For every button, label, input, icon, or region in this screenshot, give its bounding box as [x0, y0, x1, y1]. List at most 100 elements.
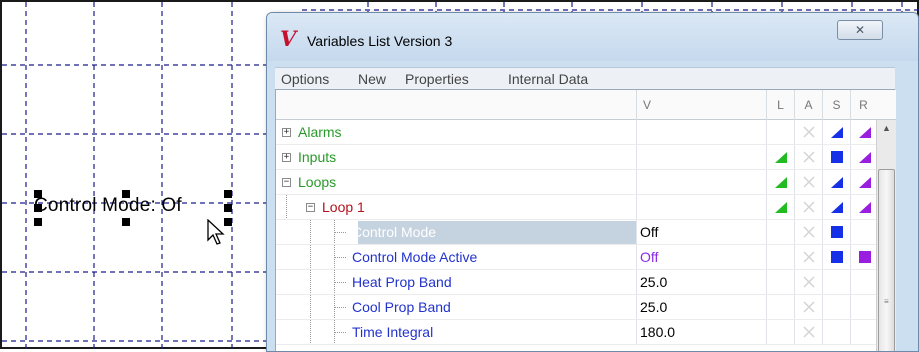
r-flag-cell[interactable] — [850, 270, 878, 295]
a-column-header[interactable]: A — [794, 90, 822, 120]
app-logo-icon: V — [280, 26, 297, 51]
l-flag-cell[interactable] — [766, 245, 794, 270]
l-flag-cell[interactable] — [766, 270, 794, 295]
blue-square-icon — [831, 251, 843, 263]
selection-handle[interactable] — [122, 190, 130, 198]
r-column-header[interactable]: R — [850, 90, 876, 120]
tree-row[interactable]: + Alarms — [276, 120, 876, 145]
s-flag-cell[interactable] — [822, 195, 850, 220]
vertical-scrollbar[interactable]: ▲ ≡ — [876, 120, 896, 351]
s-flag-cell[interactable] — [822, 120, 850, 145]
selection-handle[interactable] — [34, 204, 42, 212]
r-flag-cell[interactable] — [850, 170, 878, 195]
variable-name[interactable]: Cool Prop Band — [352, 295, 451, 320]
variable-name[interactable]: Time Integral — [352, 320, 433, 345]
variable-value[interactable] — [636, 195, 766, 220]
mouse-pointer-icon — [207, 219, 225, 245]
variable-value[interactable] — [636, 120, 766, 145]
menu-properties[interactable]: Properties — [405, 71, 469, 87]
selection-handle[interactable] — [122, 218, 130, 226]
name-column-header[interactable] — [276, 90, 636, 120]
l-flag-cell[interactable] — [766, 170, 794, 195]
s-flag-cell[interactable] — [822, 320, 850, 345]
selection-handle[interactable] — [34, 218, 42, 226]
control-mode-text-object[interactable]: Control Mode: Of — [34, 195, 182, 217]
r-flag-cell[interactable] — [850, 220, 878, 245]
variable-name[interactable]: Alarms — [298, 120, 342, 145]
variable-value[interactable] — [636, 145, 766, 170]
menu-new[interactable]: New — [358, 71, 386, 87]
a-flag-cell[interactable] — [794, 270, 822, 295]
r-flag-cell[interactable] — [850, 320, 878, 345]
s-flag-cell[interactable] — [822, 245, 850, 270]
disabled-x-icon — [803, 201, 815, 213]
expand-icon[interactable]: + — [282, 153, 291, 162]
tree-row[interactable]: + Inputs — [276, 145, 876, 170]
tree-row[interactable]: Cool Prop Band 25.0 — [276, 295, 876, 320]
variable-value[interactable] — [636, 170, 766, 195]
l-flag-cell[interactable] — [766, 195, 794, 220]
variable-name[interactable]: Loops — [298, 170, 336, 195]
selection-handle[interactable] — [224, 204, 232, 212]
tree-row[interactable]: − Loops — [276, 170, 876, 195]
variables-tree-table[interactable]: V L A S R + Alarms + Inputs − Loops − Loop 1 Con… — [275, 89, 896, 351]
a-flag-cell[interactable] — [794, 220, 822, 245]
tree-connector — [334, 332, 346, 333]
value-column-header[interactable]: V — [636, 90, 766, 120]
menu-internal-data[interactable]: Internal Data — [508, 71, 588, 87]
s-flag-cell[interactable] — [822, 145, 850, 170]
l-flag-cell[interactable] — [766, 320, 794, 345]
expand-icon[interactable]: + — [282, 128, 291, 137]
tree-row[interactable]: Control Mode Off — [276, 220, 876, 245]
disabled-x-icon — [803, 301, 815, 313]
variable-value[interactable]: Off — [636, 220, 766, 245]
r-flag-cell[interactable] — [850, 145, 878, 170]
s-flag-cell[interactable] — [822, 295, 850, 320]
menu-options[interactable]: Options — [281, 71, 329, 87]
selection-handle[interactable] — [34, 190, 42, 198]
variable-name[interactable]: Control Mode Active — [352, 245, 477, 270]
r-flag-cell[interactable] — [850, 195, 878, 220]
a-flag-cell[interactable] — [794, 145, 822, 170]
window-titlebar[interactable]: V Variables List Version 3 ✕ — [267, 13, 918, 61]
tree-row[interactable]: Time Integral 180.0 — [276, 320, 876, 345]
purple-triangle-icon — [859, 152, 871, 163]
collapse-icon[interactable]: − — [306, 203, 315, 212]
r-flag-cell[interactable] — [850, 295, 878, 320]
variable-value[interactable]: 25.0 — [636, 270, 766, 295]
disabled-x-icon — [803, 326, 815, 338]
variables-list-window[interactable]: V Variables List Version 3 ✕ Options New… — [266, 12, 919, 352]
scroll-up-icon[interactable]: ▲ — [877, 120, 896, 138]
tree-row[interactable]: Heat Prop Band 25.0 — [276, 270, 876, 295]
tree-row[interactable]: − Loop 1 — [276, 195, 876, 220]
a-flag-cell[interactable] — [794, 320, 822, 345]
variable-value[interactable]: 25.0 — [636, 295, 766, 320]
l-column-header[interactable]: L — [766, 90, 794, 120]
selection-handle[interactable] — [224, 190, 232, 198]
l-flag-cell[interactable] — [766, 145, 794, 170]
s-flag-cell[interactable] — [822, 270, 850, 295]
s-flag-cell[interactable] — [822, 220, 850, 245]
a-flag-cell[interactable] — [794, 295, 822, 320]
variable-name[interactable]: Heat Prop Band — [352, 270, 452, 295]
s-flag-cell[interactable] — [822, 170, 850, 195]
variable-name[interactable]: Inputs — [298, 145, 336, 170]
l-flag-cell[interactable] — [766, 220, 794, 245]
variable-value[interactable]: Off — [636, 245, 766, 270]
a-flag-cell[interactable] — [794, 170, 822, 195]
r-flag-cell[interactable] — [850, 245, 878, 270]
scroll-thumb[interactable]: ≡ — [878, 169, 895, 351]
close-button[interactable]: ✕ — [837, 20, 883, 40]
r-flag-cell[interactable] — [850, 120, 878, 145]
l-flag-cell[interactable] — [766, 120, 794, 145]
s-column-header[interactable]: S — [822, 90, 850, 120]
variable-name[interactable]: Loop 1 — [322, 195, 365, 220]
collapse-icon[interactable]: − — [282, 178, 291, 187]
tree-row[interactable]: Control Mode Active Off — [276, 245, 876, 270]
variable-name[interactable]: Control Mode — [352, 220, 436, 245]
a-flag-cell[interactable] — [794, 195, 822, 220]
a-flag-cell[interactable] — [794, 245, 822, 270]
variable-value[interactable]: 180.0 — [636, 320, 766, 345]
a-flag-cell[interactable] — [794, 120, 822, 145]
l-flag-cell[interactable] — [766, 295, 794, 320]
